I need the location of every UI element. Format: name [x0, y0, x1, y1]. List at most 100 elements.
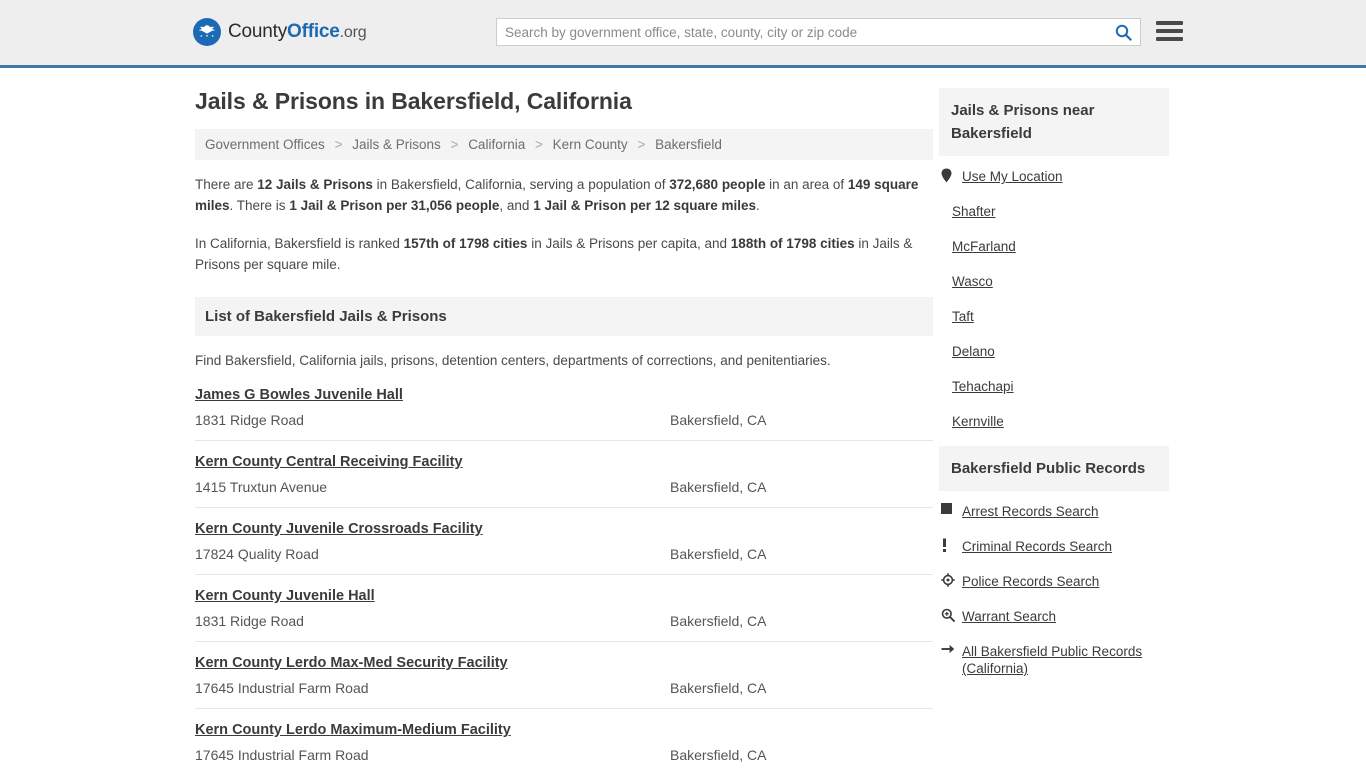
use-my-location-link[interactable]: Use My Location — [962, 168, 1063, 185]
table-row: Kern County Juvenile Hall 1831 Ridge Roa… — [195, 587, 933, 642]
target-crosshair-icon — [941, 573, 958, 587]
site-header: CountyOffice.org — [0, 0, 1366, 68]
listing-address: 17645 Industrial Farm Road — [195, 680, 369, 696]
police-records-search-link[interactable]: Police Records Search — [962, 573, 1099, 590]
listing-detail-line: 17645 Industrial Farm Road Bakersfield, … — [195, 680, 933, 696]
criminal-records-row[interactable]: Criminal Records Search — [941, 538, 1167, 555]
logo-text-org: .org — [339, 24, 367, 41]
listing-name-link[interactable]: Kern County Lerdo Max-Med Security Facil… — [195, 655, 508, 671]
table-row: Kern County Lerdo Maximum-Medium Facilit… — [195, 721, 933, 768]
intro-text: , and — [499, 198, 534, 213]
public-records-panel-title: Bakersfield Public Records — [939, 446, 1169, 491]
nearby-city-row[interactable]: Kernville — [941, 413, 1167, 430]
listing-detail-line: 1415 Truxtun Avenue Bakersfield, CA — [195, 479, 933, 495]
breadcrumb: Government Offices > Jails & Prisons > C… — [195, 129, 933, 160]
nearby-city-link-kernville[interactable]: Kernville — [952, 413, 1004, 430]
arrest-records-search-link[interactable]: Arrest Records Search — [962, 503, 1099, 520]
search-button[interactable] — [1106, 19, 1140, 45]
arrest-records-row[interactable]: Arrest Records Search — [941, 503, 1167, 520]
table-row: Kern County Juvenile Crossroads Facility… — [195, 520, 933, 575]
listing-city-state: Bakersfield, CA — [670, 613, 767, 629]
logo-text-office: Office — [287, 21, 340, 42]
listing-city-state: Bakersfield, CA — [670, 412, 767, 428]
use-my-location-row[interactable]: Use My Location — [941, 168, 1167, 185]
logo-text-county: County — [228, 21, 288, 42]
magnifier-plus-glyph — [941, 608, 955, 622]
search-bar — [496, 18, 1141, 46]
public-records-panel: Bakersfield Public Records Arrest Record… — [939, 446, 1169, 677]
menu-bar-1 — [1156, 21, 1183, 25]
listing-address: 1831 Ridge Road — [195, 412, 304, 428]
nearby-city-link-wasco[interactable]: Wasco — [952, 273, 993, 290]
listing-name-link[interactable]: Kern County Lerdo Maximum-Medium Facilit… — [195, 722, 511, 738]
police-records-row[interactable]: Police Records Search — [941, 573, 1167, 590]
listing-city-state: Bakersfield, CA — [670, 479, 767, 495]
eagle-seal-icon — [193, 18, 221, 46]
nearby-city-row[interactable]: McFarland — [941, 238, 1167, 255]
all-public-records-row[interactable]: All Bakersfield Public Records (Californ… — [941, 643, 1167, 677]
nearby-city-row[interactable]: Tehachapi — [941, 378, 1167, 395]
listing-address: 1415 Truxtun Avenue — [195, 479, 328, 495]
listing-detail-line: 17645 Industrial Farm Road Bakersfield, … — [195, 747, 933, 763]
filled-square-glyph — [941, 503, 952, 514]
nearby-city-row[interactable]: Shafter — [941, 203, 1167, 220]
listing-detail-line: 1831 Ridge Road Bakersfield, CA — [195, 613, 933, 629]
search-input[interactable] — [497, 19, 1106, 45]
nearby-panel-body: Use My Location Shafter McFarland Wasco … — [939, 156, 1169, 430]
listing-detail-line: 1831 Ridge Road Bakersfield, CA — [195, 412, 933, 428]
nearby-panel-title: Jails & Prisons near Bakersfield — [939, 88, 1169, 156]
nearby-city-link-shafter[interactable]: Shafter — [952, 203, 996, 220]
listing-city-state: Bakersfield, CA — [670, 680, 767, 696]
criminal-records-search-link[interactable]: Criminal Records Search — [962, 538, 1112, 555]
listing-name-link[interactable]: Kern County Central Receiving Facility — [195, 454, 463, 470]
warrant-search-row[interactable]: Warrant Search — [941, 608, 1167, 625]
exclamation-glyph — [943, 538, 946, 552]
sidebar: Jails & Prisons near Bakersfield Use My … — [939, 88, 1169, 693]
breadcrumb-item-jails-prisons[interactable]: Jails & Prisons — [352, 137, 441, 152]
stat-rank-per-capita: 157th of 1798 cities — [403, 236, 528, 251]
breadcrumb-separator: > — [534, 137, 543, 152]
public-records-panel-body: Arrest Records Search Criminal Records S… — [939, 491, 1169, 677]
nearby-city-link-tehachapi[interactable]: Tehachapi — [952, 378, 1014, 395]
intro-text: in Jails & Prisons per capita, and — [527, 236, 731, 251]
listing-city-state: Bakersfield, CA — [670, 747, 767, 763]
intro-text: There are — [195, 177, 258, 192]
listing-name-link[interactable]: Kern County Juvenile Hall — [195, 588, 375, 604]
list-section-title: List of Bakersfield Jails & Prisons — [195, 297, 933, 336]
breadcrumb-item-california[interactable]: California — [468, 137, 525, 152]
intro-paragraph-rank: In California, Bakersfield is ranked 157… — [195, 233, 933, 275]
nearby-city-row[interactable]: Delano — [941, 343, 1167, 360]
listing-address: 17824 Quality Road — [195, 546, 319, 562]
nearby-panel: Jails & Prisons near Bakersfield Use My … — [939, 88, 1169, 430]
listing-detail-line: 17824 Quality Road Bakersfield, CA — [195, 546, 933, 562]
table-row: Kern County Lerdo Max-Med Security Facil… — [195, 654, 933, 709]
breadcrumb-item-government-offices[interactable]: Government Offices — [205, 137, 325, 152]
listing-name-link[interactable]: James G Bowles Juvenile Hall — [195, 387, 403, 403]
stat-population: 372,680 people — [669, 177, 766, 192]
exclamation-icon — [941, 538, 958, 552]
listing-address: 17645 Industrial Farm Road — [195, 747, 369, 763]
nearby-city-row[interactable]: Taft — [941, 308, 1167, 325]
nearby-city-link-taft[interactable]: Taft — [952, 308, 974, 325]
stat-per-capita: 1 Jail & Prison per 31,056 people — [289, 198, 500, 213]
breadcrumb-separator: > — [334, 137, 343, 152]
intro-text: . There is — [229, 198, 290, 213]
menu-bar-3 — [1156, 37, 1183, 41]
listing-name-link[interactable]: Kern County Juvenile Crossroads Facility — [195, 521, 483, 537]
search-icon — [1115, 24, 1132, 41]
stat-rank-per-area: 188th of 1798 cities — [730, 236, 855, 251]
breadcrumb-item-kern-county[interactable]: Kern County — [553, 137, 628, 152]
all-public-records-link[interactable]: All Bakersfield Public Records (Californ… — [962, 643, 1167, 677]
stat-per-area: 1 Jail & Prison per 12 square miles — [533, 198, 757, 213]
warrant-search-link[interactable]: Warrant Search — [962, 608, 1056, 625]
nearby-city-row[interactable]: Wasco — [941, 273, 1167, 290]
nearby-city-link-mcfarland[interactable]: McFarland — [952, 238, 1016, 255]
nearby-city-link-delano[interactable]: Delano — [952, 343, 995, 360]
hamburger-menu-icon[interactable] — [1150, 18, 1183, 44]
eagle-seal-glyph — [198, 25, 216, 38]
stat-count: 12 Jails & Prisons — [257, 177, 373, 192]
site-logo[interactable]: CountyOffice.org — [193, 18, 367, 46]
listing-city-state: Bakersfield, CA — [670, 546, 767, 562]
filled-square-icon — [941, 503, 958, 514]
intro-text: In California, Bakersfield is ranked — [195, 236, 404, 251]
